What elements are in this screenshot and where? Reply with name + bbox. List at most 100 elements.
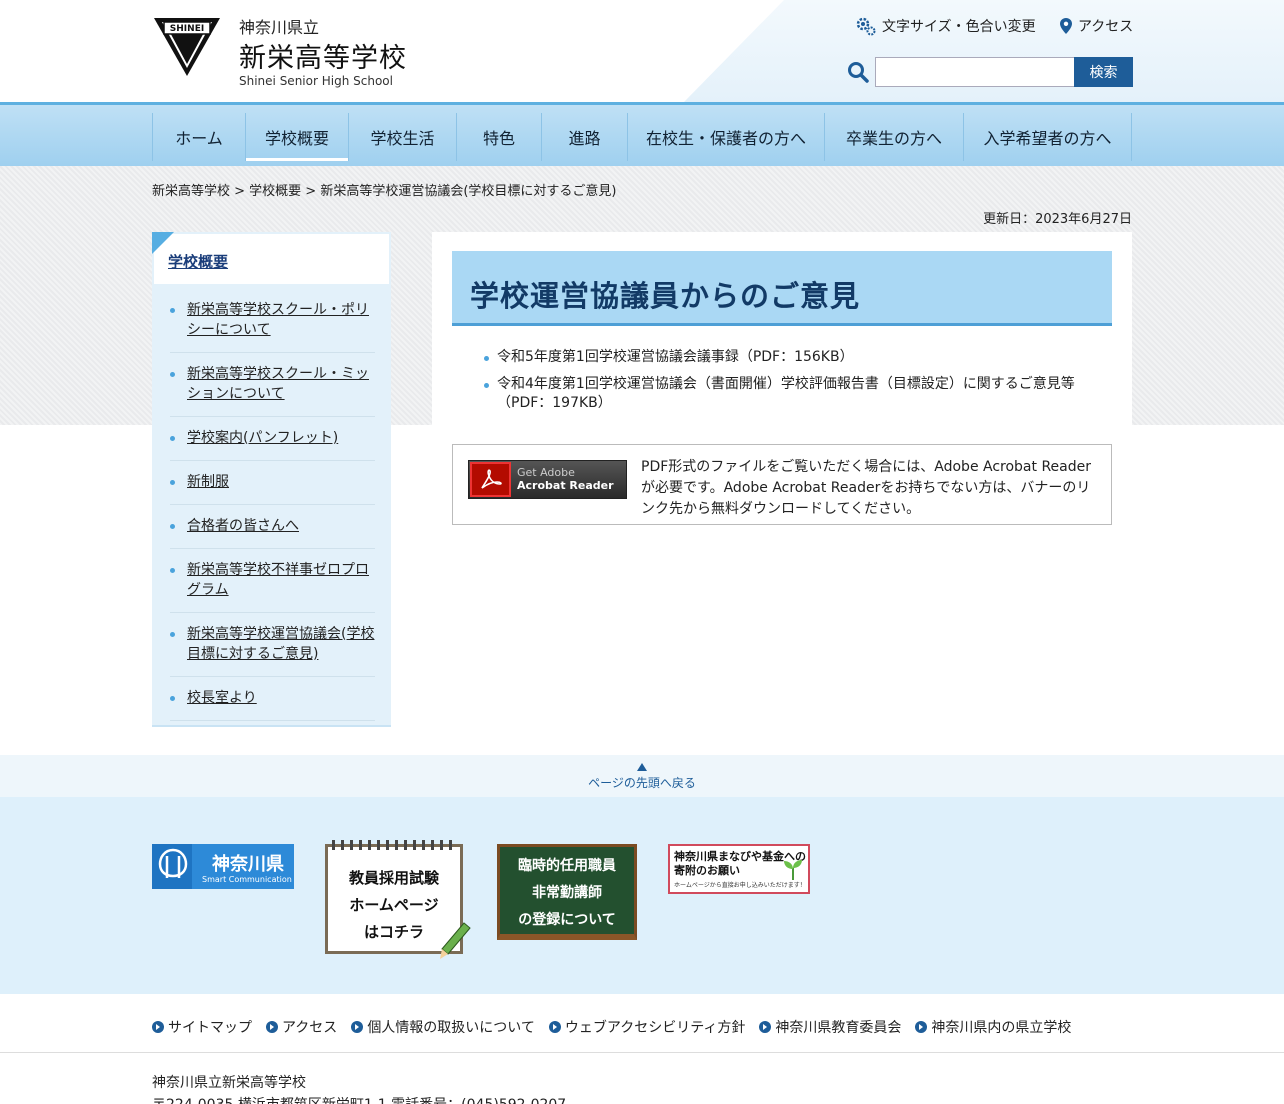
page-top-bar: ページの先頭へ戻る	[0, 755, 1284, 797]
side-nav-link[interactable]: 新栄高等学校スクール・ポリシーについて	[187, 302, 369, 338]
side-nav-link[interactable]: 新栄高等学校運営協議会(学校目標に対するご意見)	[187, 626, 374, 662]
kanagawa-banner-title: 神奈川県	[212, 854, 284, 875]
search-button[interactable]: 検索	[1074, 57, 1133, 87]
side-nav: 学校概要 新栄高等学校スクール・ポリシーについて 新栄高等学校スクール・ミッショ…	[152, 232, 391, 727]
kanagawa-banner-sub: Smart Communication	[202, 875, 292, 884]
global-nav: ホーム 学校概要 学校生活 特色 進路 在校生・保護者の方へ 卒業生の方へ 入学…	[0, 102, 1284, 166]
temp-banner-line: の登録について	[518, 912, 616, 928]
nav-item-school-life[interactable]: 学校生活	[348, 113, 456, 161]
arrow-circle-icon	[266, 1021, 278, 1033]
gear-icon	[856, 17, 876, 36]
footer-school-name: 神奈川県立新栄高等学校	[152, 1075, 306, 1091]
side-nav-item: 新栄高等学校運営協議会(学校目標に対するご意見)	[170, 618, 375, 677]
kanagawa-emblem-icon	[158, 848, 188, 878]
get-acrobat-reader-banner[interactable]: Get Adobe Acrobat Reader	[468, 460, 627, 499]
main-content: 学校運営協議員からのご意見 令和5年度第1回学校運営協議会議事録（PDF：156…	[432, 232, 1132, 732]
fund-banner-sub: ホームページから直接お申し込みいただけます！	[674, 882, 806, 889]
side-nav-link[interactable]: 新制服	[187, 474, 229, 490]
search-input[interactable]	[875, 57, 1075, 87]
arrow-circle-icon	[759, 1021, 772, 1033]
side-nav-item: 新制服	[170, 466, 375, 505]
footer-links: サイトマップ アクセス 個人情報の取扱いについて ウェブアクセシビリティ方針 神…	[152, 1017, 1071, 1037]
side-nav-link[interactable]: 合格者の皆さんへ	[187, 518, 299, 534]
side-nav-link[interactable]: 学校案内(パンフレット)	[187, 430, 338, 446]
access-link[interactable]: アクセス	[1060, 16, 1133, 36]
document-link[interactable]: 令和5年度第1回学校運営協議会議事録（PDF：156KB）	[484, 348, 1084, 367]
temp-banner-line: 非常勤講師	[532, 885, 602, 901]
school-name-en: Shinei Senior High School	[239, 74, 393, 88]
arrow-circle-icon	[548, 1021, 561, 1033]
side-nav-link[interactable]: 校長室より	[187, 690, 257, 706]
map-pin-icon	[1060, 18, 1072, 34]
teacher-banner-line: 教員採用試験	[348, 869, 439, 887]
footer-link-label: アクセス	[282, 1020, 338, 1036]
footer-address-line: 〒224-0035 横浜市都筑区新栄町1-1 電話番号：(045)592-020…	[152, 1094, 566, 1104]
logo-text: SHINEI	[170, 24, 204, 34]
side-nav-header: 学校概要	[152, 232, 389, 284]
side-nav-link[interactable]: 新栄高等学校スクール・ミッションについて	[187, 366, 369, 402]
side-nav-item: 新栄高等学校スクール・ミッションについて	[170, 358, 375, 417]
side-nav-item: 新栄高等学校スクール・ポリシーについて	[170, 294, 375, 353]
nav-item-school-overview[interactable]: 学校概要	[245, 113, 348, 161]
footer-link-label: サイトマップ	[168, 1020, 252, 1036]
footer-link-label: 神奈川県内の県立学校	[931, 1020, 1072, 1036]
access-label: アクセス	[1078, 19, 1134, 35]
nav-item-prospective[interactable]: 入学希望者の方へ	[963, 113, 1132, 161]
footer-link-label: ウェブアクセシビリティ方針	[564, 1020, 746, 1036]
side-nav-link[interactable]: 新栄高等学校不祥事ゼロプログラム	[187, 562, 369, 598]
side-nav-item: 学校案内(パンフレット)	[170, 422, 375, 461]
footer-link-label: 神奈川県教育委員会	[775, 1020, 902, 1036]
footer-divider	[0, 1052, 1284, 1053]
nav-item-students-parents[interactable]: 在校生・保護者の方へ	[627, 113, 824, 161]
footer-link-privacy[interactable]: 個人情報の取扱いについて	[351, 1017, 535, 1037]
acrobat-icon	[470, 462, 511, 497]
side-nav-item: 校長室より	[170, 682, 375, 721]
document-link[interactable]: 令和4年度第1回学校運営協議会（書面開催）学校評価報告書（目標設定）に関するご意…	[484, 375, 1084, 413]
side-nav-title[interactable]: 学校概要	[168, 251, 228, 272]
site-header: SHINEI 神奈川県立 新栄高等学校 Shinei Senior High S…	[0, 0, 1284, 102]
footer-link-sitemap[interactable]: サイトマップ	[152, 1017, 252, 1037]
page-title-box: 学校運営協議員からのご意見	[452, 251, 1112, 326]
nav-item-home[interactable]: ホーム	[152, 113, 245, 161]
school-name[interactable]: 新栄高等学校	[239, 36, 407, 75]
side-nav-item: 合格者の皆さんへ	[170, 510, 375, 549]
adobe-banner-line1: Get Adobe	[517, 466, 575, 479]
footer-address: 神奈川県立新栄高等学校 〒224-0035 横浜市都筑区新栄町1-1 電話番号：…	[152, 1072, 566, 1104]
notebook-rings	[332, 840, 458, 850]
temp-banner-text: 臨時的任用職員 非常勤講師 の登録について	[500, 853, 634, 934]
arrow-circle-icon	[915, 1021, 928, 1033]
text-size-color-label: 文字サイズ・色合い変更	[882, 19, 1036, 35]
footer-link-access[interactable]: アクセス	[266, 1017, 337, 1037]
manabiya-fund-banner[interactable]: 神奈川県まなびや基金への 寄附のお願い ホームページから直接お申し込みいただけま…	[668, 844, 810, 894]
temp-banner-line: 臨時的任用職員	[518, 858, 616, 874]
temporary-staff-banner[interactable]: 臨時的任用職員 非常勤講師 の登録について	[497, 844, 637, 940]
updated-date: 更新日：2023年6月27日	[983, 212, 1132, 227]
nav-item-features[interactable]: 特色	[456, 113, 541, 161]
teacher-banner-line: ホームページ	[349, 896, 439, 914]
sprout-icon	[784, 860, 802, 880]
footer-link-label: 個人情報の取扱いについて	[367, 1020, 535, 1036]
arrow-up-icon	[637, 763, 647, 771]
page-title: 学校運営協議員からのご意見	[470, 279, 861, 313]
arrow-circle-icon	[351, 1021, 364, 1033]
kanagawa-pref-banner[interactable]: 神奈川県 Smart Communication	[152, 844, 294, 889]
adobe-banner-line2: Acrobat Reader	[517, 479, 614, 492]
adobe-notice-text: PDF形式のファイルをご覧いただく場合には、Adobe Acrobat Read…	[641, 459, 1092, 517]
footer-link-board-of-education[interactable]: 神奈川県教育委員会	[759, 1017, 901, 1037]
pencil-icon	[440, 922, 471, 959]
breadcrumb[interactable]: 新栄高等学校 > 学校概要 > 新栄高等学校運営協議会(学校目標に対するご意見)	[152, 180, 616, 199]
arrow-circle-icon	[152, 1021, 164, 1033]
school-logo[interactable]: SHINEI	[152, 16, 222, 78]
nav-item-career[interactable]: 進路	[541, 113, 627, 161]
footer-link-accessibility[interactable]: ウェブアクセシビリティ方針	[548, 1017, 746, 1037]
adobe-reader-notice: Get Adobe Acrobat Reader PDF形式のファイルをご覧いた…	[452, 444, 1112, 525]
teacher-recruitment-banner[interactable]: 教員採用試験 ホームページ はコチラ	[325, 840, 471, 959]
document-list: 令和5年度第1回学校運営協議会議事録（PDF：156KB） 令和4年度第1回学校…	[484, 348, 1084, 421]
search-icon	[847, 61, 869, 83]
prefecture-name: 神奈川県立	[239, 18, 320, 37]
text-size-color-link[interactable]: 文字サイズ・色合い変更	[856, 16, 1036, 36]
side-nav-item: 新栄高等学校不祥事ゼロプログラム	[170, 554, 375, 613]
footer-link-prefectural-schools[interactable]: 神奈川県内の県立学校	[915, 1017, 1071, 1037]
nav-item-graduates[interactable]: 卒業生の方へ	[824, 113, 963, 161]
page-top-link[interactable]: ページの先頭へ戻る	[0, 774, 1284, 791]
